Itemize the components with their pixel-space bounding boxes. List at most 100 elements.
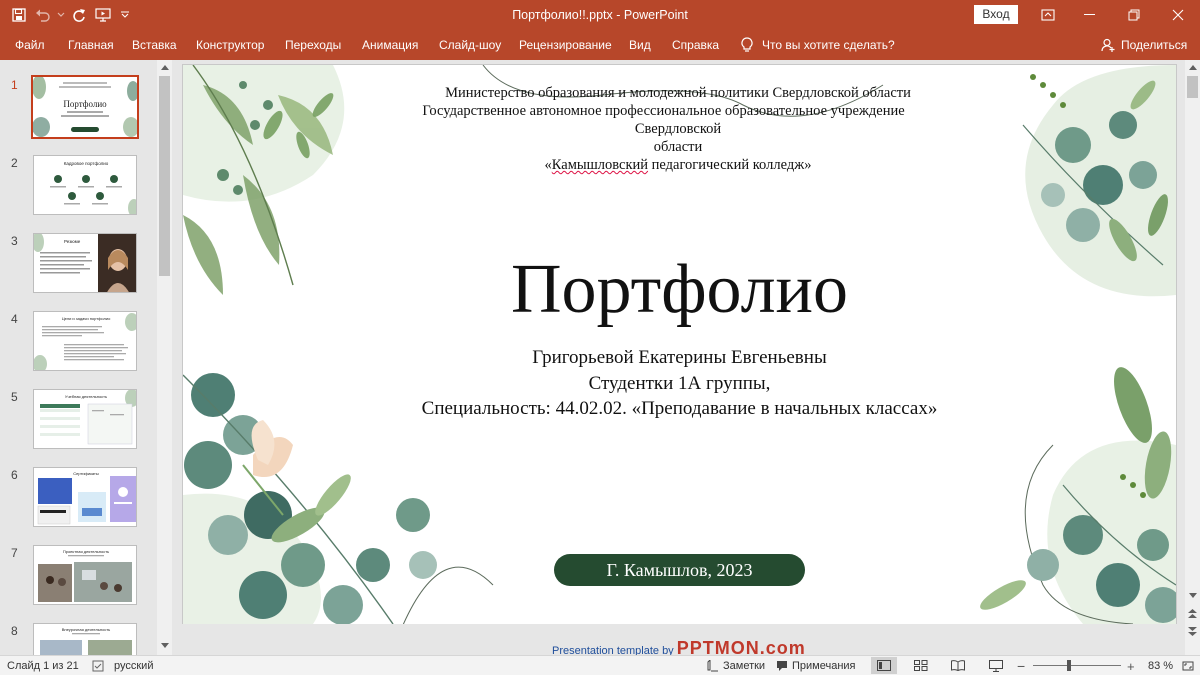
notes-button[interactable]: Заметки: [707, 656, 765, 675]
thumbnail-image[interactable]: Внеурочная деятельность: [33, 623, 137, 655]
minimize-icon[interactable]: [1068, 0, 1112, 30]
undo-icon[interactable]: [32, 3, 54, 27]
title-bar: Портфолио!!.pptx - PowerPoint Вход: [0, 0, 1200, 30]
tab-animations[interactable]: Анимация: [362, 30, 418, 60]
tab-help[interactable]: Справка: [672, 30, 719, 60]
tab-file[interactable]: Файл: [15, 30, 45, 60]
zoom-in-icon[interactable]: +: [1127, 656, 1135, 675]
quick-access-toolbar: [8, 0, 134, 30]
slide-counter[interactable]: Слайд 1 из 21: [7, 656, 79, 675]
student-specialty: Специальность: 44.02.02. «Преподавание в…: [421, 398, 938, 419]
tab-slideshow[interactable]: Слайд-шоу: [439, 30, 501, 60]
language-indicator[interactable]: русский: [114, 656, 153, 675]
student-group: Студентки 1А группы,: [588, 373, 771, 394]
undo-dropdown-icon[interactable]: [56, 3, 66, 27]
next-slide-icon[interactable]: [1185, 624, 1200, 639]
share-button[interactable]: Поделиться: [1101, 30, 1187, 60]
scrollbar-thumb[interactable]: [1187, 76, 1198, 98]
normal-view-icon[interactable]: [871, 657, 897, 674]
thumbnail-slide-7[interactable]: 7 Проектная деятельность: [0, 545, 158, 615]
customize-icon[interactable]: [116, 3, 134, 27]
lightbulb-icon: [741, 37, 753, 52]
college-quote-open: «: [544, 157, 552, 173]
slide-title: Портфолио: [510, 251, 849, 328]
share-label: Поделиться: [1121, 38, 1188, 52]
institution-line-b: Свердловской: [634, 121, 722, 137]
zoom-level[interactable]: 83 %: [1148, 656, 1173, 675]
thumbnail-number: 6: [11, 468, 18, 482]
thumbnail-number: 2: [11, 156, 18, 170]
comments-button[interactable]: Примечания: [776, 656, 856, 675]
tab-insert[interactable]: Вставка: [132, 30, 177, 60]
thumbnail-slide-3[interactable]: 3 Резюме: [0, 233, 158, 303]
slideshow-icon[interactable]: [983, 657, 1009, 674]
template-credit-text: Presentation template by: [552, 645, 674, 655]
redo-icon[interactable]: [68, 3, 90, 27]
present-icon[interactable]: [92, 3, 114, 27]
thumbnail-image[interactable]: Сертификаты: [33, 467, 137, 527]
ribbon-display-icon[interactable]: [1026, 0, 1070, 30]
zoom-slider[interactable]: [1033, 665, 1121, 666]
zoom-slider-handle[interactable]: [1066, 660, 1071, 671]
scroll-down-arrow-icon[interactable]: [157, 638, 172, 653]
tab-review[interactable]: Рецензирование: [519, 30, 612, 60]
status-bar: Слайд 1 из 21 русский Заметки Примечания…: [0, 655, 1200, 675]
thumbnail-slide-1[interactable]: 1 Портфолио: [0, 75, 158, 147]
save-icon[interactable]: [8, 3, 30, 27]
fit-slide-icon[interactable]: [1182, 656, 1194, 675]
mini-title: Сертификаты: [73, 471, 99, 476]
slide-canvas[interactable]: Министерство образования и молодежной по…: [183, 65, 1176, 624]
tab-home[interactable]: Главная: [68, 30, 114, 60]
mini-title: Резюме: [64, 239, 81, 244]
institution-line-a: Государственное автономное профессиональ…: [422, 103, 905, 119]
mini-title: Учебная деятельность: [65, 394, 107, 399]
below-slide-area: Presentation template by PPTMON.com: [172, 624, 1184, 655]
thumbnail-slide-8[interactable]: 8 Внеурочная деятельность: [0, 623, 158, 655]
thumbnail-image[interactable]: Кадровое портфолио: [33, 155, 137, 215]
language-check-icon[interactable]: [92, 656, 104, 675]
reading-view-icon[interactable]: [945, 657, 971, 674]
city-year-badge: Г. Камышлов, 2023: [554, 554, 805, 586]
thumbnail-scrollbar[interactable]: [157, 60, 172, 655]
comments-icon: [777, 661, 787, 671]
institution-line: Государственное автономное профессиональ…: [378, 102, 978, 138]
thumbnail-slide-5[interactable]: 5 Учебная деятельность: [0, 389, 158, 459]
thumbnail-number: 8: [11, 624, 18, 638]
tell-me-label: Что вы хотите сделать?: [762, 38, 895, 52]
thumbnail-image[interactable]: Резюме: [33, 233, 137, 293]
document-title: Портфолио!!.pptx - PowerPoint: [512, 8, 688, 22]
mini-title: Портфолио: [63, 99, 107, 109]
scroll-up-arrow-icon[interactable]: [157, 60, 172, 75]
student-name: Григорьевой Екатерины Евгеньевны: [532, 347, 827, 368]
tab-transitions[interactable]: Переходы: [285, 30, 341, 60]
thumbnail-image[interactable]: Цели и задачи портфолио: [33, 311, 137, 371]
tab-view[interactable]: Вид: [629, 30, 651, 60]
thumbnail-image[interactable]: Портфолио: [31, 75, 139, 139]
thumbnail-slide-4[interactable]: 4 Цели и задачи портфолио: [0, 311, 158, 381]
college-rest: педагогический колледж»: [648, 157, 812, 173]
thumbnail-image[interactable]: Проектная деятельность: [33, 545, 137, 605]
thumbnail-image[interactable]: Учебная деятельность: [33, 389, 137, 449]
notes-icon: [707, 660, 718, 672]
sign-in-button[interactable]: Вход: [974, 5, 1018, 24]
previous-slide-icon[interactable]: [1185, 606, 1200, 621]
slide-sorter-icon[interactable]: [908, 657, 934, 674]
scroll-down-arrow-icon[interactable]: [1185, 588, 1200, 603]
zoom-out-icon[interactable]: −: [1017, 656, 1025, 675]
notes-label: Заметки: [723, 659, 766, 672]
slide-scrollbar[interactable]: [1185, 60, 1200, 655]
tell-me-box[interactable]: Что вы хотите сделать?: [741, 30, 895, 60]
close-icon[interactable]: [1156, 0, 1200, 30]
share-person-icon: [1101, 38, 1115, 52]
restore-icon[interactable]: [1112, 0, 1156, 30]
template-credit-brand: PPTMON.com: [676, 638, 806, 655]
mini-title: Цели и задачи портфолио: [62, 316, 111, 321]
tab-design[interactable]: Конструктор: [196, 30, 264, 60]
thumbnail-slide-6[interactable]: 6 Сертификаты: [0, 467, 158, 537]
mini-title: Проектная деятельность: [63, 549, 109, 554]
template-credit[interactable]: Presentation template by PPTMON.com: [552, 638, 806, 655]
scrollbar-thumb[interactable]: [159, 76, 170, 276]
scroll-up-arrow-icon[interactable]: [1185, 60, 1200, 75]
mini-title: Внеурочная деятельность: [62, 627, 111, 632]
thumbnail-slide-2[interactable]: 2 Кадровое портфолио: [0, 155, 158, 225]
